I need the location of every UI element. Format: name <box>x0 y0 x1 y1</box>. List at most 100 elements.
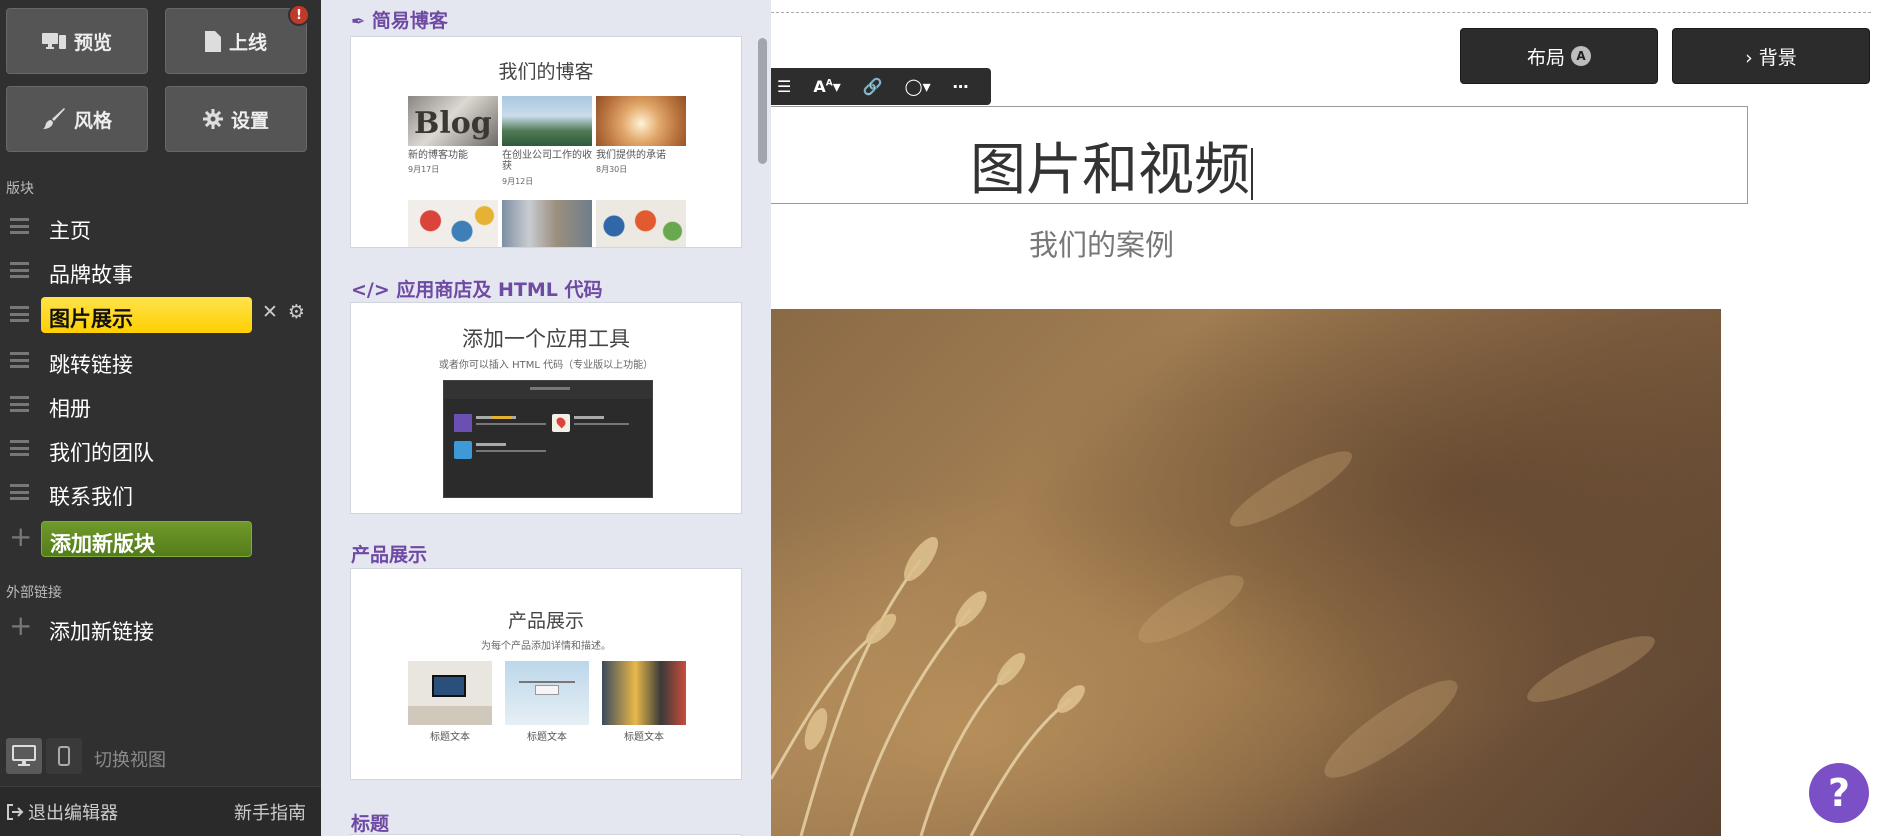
category-label: 应用商店及 HTML 代码 <box>396 279 603 301</box>
settings-button[interactable]: 设置 <box>165 86 307 152</box>
publish-label: 上线 <box>228 31 267 54</box>
plus-icon: + <box>9 520 33 553</box>
preview-text-line <box>574 416 604 419</box>
add-link-button[interactable]: 添加新链接 <box>49 616 154 646</box>
street-thumbnail <box>502 200 592 247</box>
product-template-card[interactable]: 产品展示 为每个产品添加详情和描述。 标题文本 标题文本 标题文本 <box>350 568 742 780</box>
document-icon <box>204 30 221 52</box>
plus-icon: + <box>9 609 33 642</box>
blog-template-card[interactable]: 我们的博客 Blog 新的博客功能 在创业公司工作的收获 我们提供的承诺 9月1… <box>350 36 742 248</box>
drag-handle-icon[interactable] <box>10 396 29 412</box>
drag-handle-icon[interactable] <box>10 218 29 234</box>
add-link-row[interactable]: + 添加新链接 <box>0 608 321 646</box>
mobile-view-button[interactable] <box>46 738 82 774</box>
monitor-icon <box>41 33 66 49</box>
title-editor[interactable]: 图片和视频 <box>771 106 1748 204</box>
publish-alert-badge: ! <box>288 4 310 26</box>
preview-button[interactable]: 预览 <box>6 8 148 74</box>
editor-canvas: 布局 A › 背景 ☰ AA▾ 🔗 ◯▾ ⋯ 图片和视频 我们的案例 ? <box>771 0 1889 836</box>
tv-thumbnail <box>408 661 492 725</box>
post-date: 8月30日 <box>596 165 628 174</box>
category-title-product: 产品展示 <box>351 544 428 566</box>
align-icon[interactable]: ☰ <box>777 77 791 96</box>
sidebar-item-team[interactable]: 我们的团队 <box>0 429 321 467</box>
drone-body <box>535 685 559 695</box>
sidebar-item-redirect-link[interactable]: 跳转链接 <box>0 341 321 379</box>
external-links-heading: 外部链接 <box>6 585 62 601</box>
preview-map-pin <box>554 415 568 429</box>
post-caption: 新的博客功能 <box>408 150 468 161</box>
style-label: 风格 <box>73 109 112 132</box>
post-caption: 在创业公司工作的收获 <box>502 150 592 172</box>
category-title-app-store: </> 应用商店及 HTML 代码 <box>351 275 603 302</box>
preview-header-bar <box>444 381 652 399</box>
mountain-thumbnail <box>502 96 592 146</box>
panel-scrollbar[interactable] <box>758 38 767 164</box>
more-icon[interactable]: ⋯ <box>953 77 969 96</box>
hero-image[interactable] <box>771 309 1721 836</box>
sidebar-item-label: 我们的团队 <box>49 441 154 465</box>
preview-map-icon <box>552 414 570 432</box>
blog-thumbnail-text: Blog <box>414 106 492 141</box>
sidebar-item-brand-story[interactable]: 品牌故事 <box>0 251 321 289</box>
block-library-panel: ✒ 简易博客 我们的博客 Blog 新的博客功能 在创业公司工作的收获 我们提供… <box>321 0 771 836</box>
app-screenshot-preview <box>443 380 653 498</box>
sections-heading: 版块 <box>6 181 34 197</box>
card-title: 产品展示 <box>507 610 584 632</box>
layout-variant-badge: A <box>1571 46 1591 66</box>
pen-icon: ✒ <box>351 12 366 32</box>
switch-view-label: 切换视图 <box>94 750 166 771</box>
sidebar-item-gallery[interactable]: 图片展示 ✕ ⚙ <box>0 295 321 333</box>
background-button[interactable]: › 背景 <box>1672 28 1870 84</box>
category-label: 简易博客 <box>371 10 448 32</box>
app-template-card[interactable]: 添加一个应用工具 或者你可以插入 HTML 代码（专业版以上功能） <box>350 302 742 514</box>
product-item-label: 标题文本 <box>527 732 567 743</box>
style-button[interactable]: 风格 <box>6 86 148 152</box>
text-format-toolbar: ☰ AA▾ 🔗 ◯▾ ⋯ <box>771 68 991 105</box>
drag-handle-icon[interactable] <box>10 440 29 456</box>
preview-highlight-line <box>492 416 512 419</box>
exit-editor-label: 退出编辑器 <box>28 803 118 824</box>
add-section-button[interactable]: 添加新版块 <box>41 521 252 557</box>
delete-section-icon[interactable]: ✕ <box>262 303 278 322</box>
exit-icon <box>7 804 24 820</box>
link-icon[interactable]: 🔗 <box>863 77 883 96</box>
card-title: 我们的博客 <box>498 61 594 83</box>
layout-button[interactable]: 布局 A <box>1460 28 1658 84</box>
sidebar-footer: 退出编辑器 新手指南 <box>0 786 321 836</box>
section-boundary-line <box>771 12 1871 13</box>
preview-label: 预览 <box>73 31 112 54</box>
preview-code-icon <box>454 414 472 432</box>
device-thumbnail <box>602 661 686 725</box>
tv-screen <box>432 675 466 697</box>
drag-handle-icon[interactable] <box>10 262 29 278</box>
code-icon: </> <box>351 279 390 301</box>
sidebar-item-contact[interactable]: 联系我们 <box>0 473 321 511</box>
sidebar-item-home[interactable]: 主页 <box>0 207 321 245</box>
drag-handle-icon[interactable] <box>10 352 29 368</box>
drag-handle-icon[interactable] <box>10 306 29 322</box>
text-caret <box>1251 147 1253 200</box>
publish-button[interactable]: 上线 ! <box>165 4 310 74</box>
preview-text-line <box>574 423 629 425</box>
sidebar-item-label-active[interactable]: 图片展示 <box>41 297 252 333</box>
preview-text-line <box>476 443 506 446</box>
page-section-title[interactable]: 图片和视频 <box>970 125 1253 206</box>
layout-label: 布局 <box>1526 46 1565 69</box>
preview-app-icon <box>454 441 472 459</box>
post-caption: 我们提供的承诺 <box>596 150 666 161</box>
exit-editor-link[interactable]: 退出编辑器 <box>6 799 118 825</box>
section-settings-icon[interactable]: ⚙ <box>288 303 305 322</box>
section-subtitle[interactable]: 我们的案例 <box>1029 222 1174 264</box>
guide-link[interactable]: 新手指南 <box>234 799 306 825</box>
color-circle-icon[interactable]: ◯▾ <box>905 77 931 96</box>
drag-handle-icon[interactable] <box>10 484 29 500</box>
title-text: 图片和视频 <box>970 138 1250 203</box>
help-button[interactable]: ? <box>1809 763 1869 823</box>
add-section-row[interactable]: + 添加新版块 <box>0 519 321 557</box>
desktop-view-button[interactable] <box>6 738 42 774</box>
sidebar-item-album[interactable]: 相册 <box>0 385 321 423</box>
font-size-icon[interactable]: AA▾ <box>813 77 840 96</box>
preview-text-line <box>476 450 546 452</box>
card-subtitle: 或者你可以插入 HTML 代码（专业版以上功能） <box>438 360 654 371</box>
